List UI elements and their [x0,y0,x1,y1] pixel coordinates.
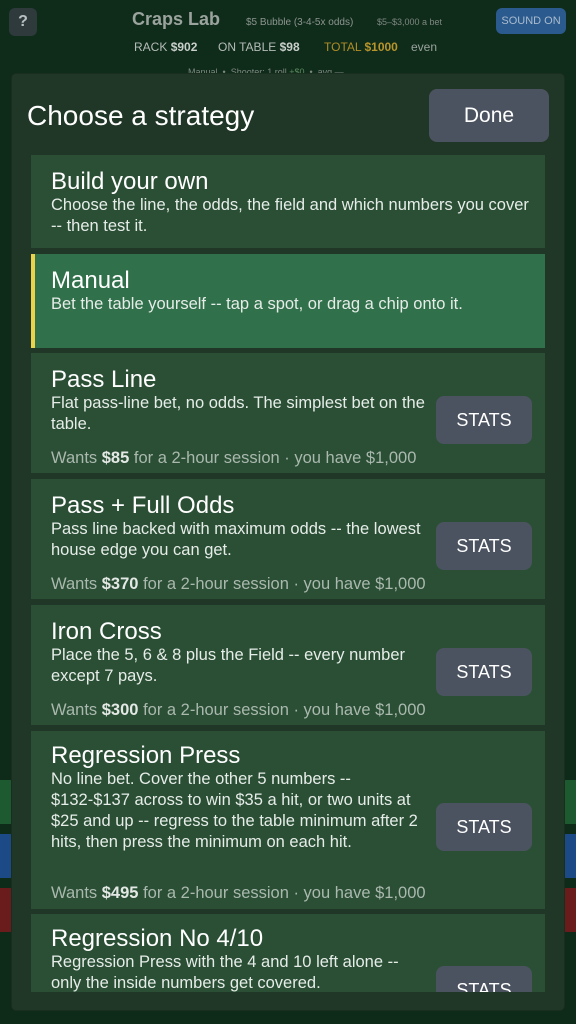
rack-value: $902 [170,40,198,54]
strategy-card-pass-line[interactable]: Pass Line Flat pass-line bet, no odds. T… [31,353,545,473]
strategy-description: Place the 5, 6 & 8 plus the Field -- eve… [51,646,406,685]
strategy-description: Pass line backed with maximum odds -- th… [51,520,421,559]
wants-prefix: Wants [51,575,98,593]
total-readout: TOTAL $1000 [324,40,398,54]
wants-amount: $85 [101,449,130,467]
background-table-hint [562,780,576,824]
strategy-name: Pass + Full Odds [51,492,235,519]
sound-toggle-button[interactable]: SOUND ON [496,8,566,34]
strategy-name: Iron Cross [51,618,162,645]
even-status: even [411,40,438,54]
strategy-name: Regression No 4/10 [51,925,264,952]
strategy-picker-modal: Choose a strategy Done Build your own Ch… [12,74,564,1010]
stats-button[interactable]: STATS [436,966,532,992]
rack-readout: RACK $902 [134,40,197,54]
app-root: ? Craps Lab $5 Bubble (3-4-5x odds) $5–$… [0,0,576,1024]
strategy-card-build-your-own[interactable]: Build your own Choose the line, the odds… [31,155,545,248]
on-table-label: ON TABLE [218,40,277,54]
wants-prefix: Wants [51,701,98,719]
strategy-name: Build your own [51,168,209,195]
strategy-name: Pass Line [51,366,157,393]
bankroll-requirement: Wants $300 for a 2-hour session · you ha… [51,701,426,720]
on-table-readout: ON TABLE $98 [218,40,300,54]
strategy-name: Regression Press [51,742,241,769]
wants-prefix: Wants [51,449,98,467]
wants-prefix: Wants [51,884,98,902]
wants-amount: $300 [101,701,139,719]
wants-suffix: for a 2-hour session · you have $1,000 [133,449,417,467]
total-value: $1000 [364,40,398,54]
strategy-name: Manual [51,267,130,294]
stats-button[interactable]: STATS [436,803,532,851]
strategy-card-manual[interactable]: Manual Bet the table yourself -- tap a s… [31,254,545,348]
wants-amount: $495 [101,884,139,902]
strategy-card-regression-press[interactable]: Regression Press No line bet. Cover the … [31,731,545,909]
rack-label: RACK [134,40,168,54]
strategy-description: No line bet. Cover the other 5 numbers -… [51,770,418,851]
strategy-card-iron-cross[interactable]: Iron Cross Place the 5, 6 & 8 plus the F… [31,605,545,725]
bankroll-requirement: Wants $85 for a 2-hour session · you hav… [51,449,416,468]
strategy-description: Regression Press with the 4 and 10 left … [51,953,399,992]
wants-suffix: for a 2-hour session · you have $1,000 [143,884,426,902]
background-table-hint [562,888,576,932]
bankroll-requirement: Wants $495 for a 2-hour session · you ha… [51,884,426,903]
on-table-value: $98 [279,40,300,54]
strategy-list[interactable]: Build your own Choose the line, the odds… [31,155,545,992]
table-name: $5 Bubble (3-4-5x odds) [246,17,354,28]
strategy-card-pass-full-odds[interactable]: Pass + Full Odds Pass line backed with m… [31,479,545,599]
strategy-card-regression-no-4-10[interactable]: Regression No 4/10 Regression Press with… [31,914,545,992]
bankroll-requirement: Wants $370 for a 2-hour session · you ha… [51,575,426,594]
strategy-description: Flat pass-line bet, no odds. The simples… [51,394,425,433]
strategy-description: Bet the table yourself -- tap a spot, or… [51,295,463,313]
table-limits: $5–$3,000 a bet [377,17,443,27]
wants-suffix: for a 2-hour session · you have $1,000 [143,701,426,719]
modal-title: Choose a strategy [27,100,255,131]
strategy-description: Choose the line, the odds, the field and… [51,196,529,235]
stats-button[interactable]: STATS [436,522,532,570]
help-button[interactable]: ? [9,8,37,36]
done-button[interactable]: Done [429,89,549,142]
wants-suffix: for a 2-hour session · you have $1,000 [143,575,426,593]
total-label: TOTAL [324,40,362,54]
stats-button[interactable]: STATS [436,648,532,696]
top-bar: ? Craps Lab $5 Bubble (3-4-5x odds) $5–$… [0,0,576,80]
app-title: Craps Lab [132,9,221,29]
background-table-hint [562,834,576,878]
stats-button[interactable]: STATS [436,396,532,444]
wants-amount: $370 [101,575,139,593]
